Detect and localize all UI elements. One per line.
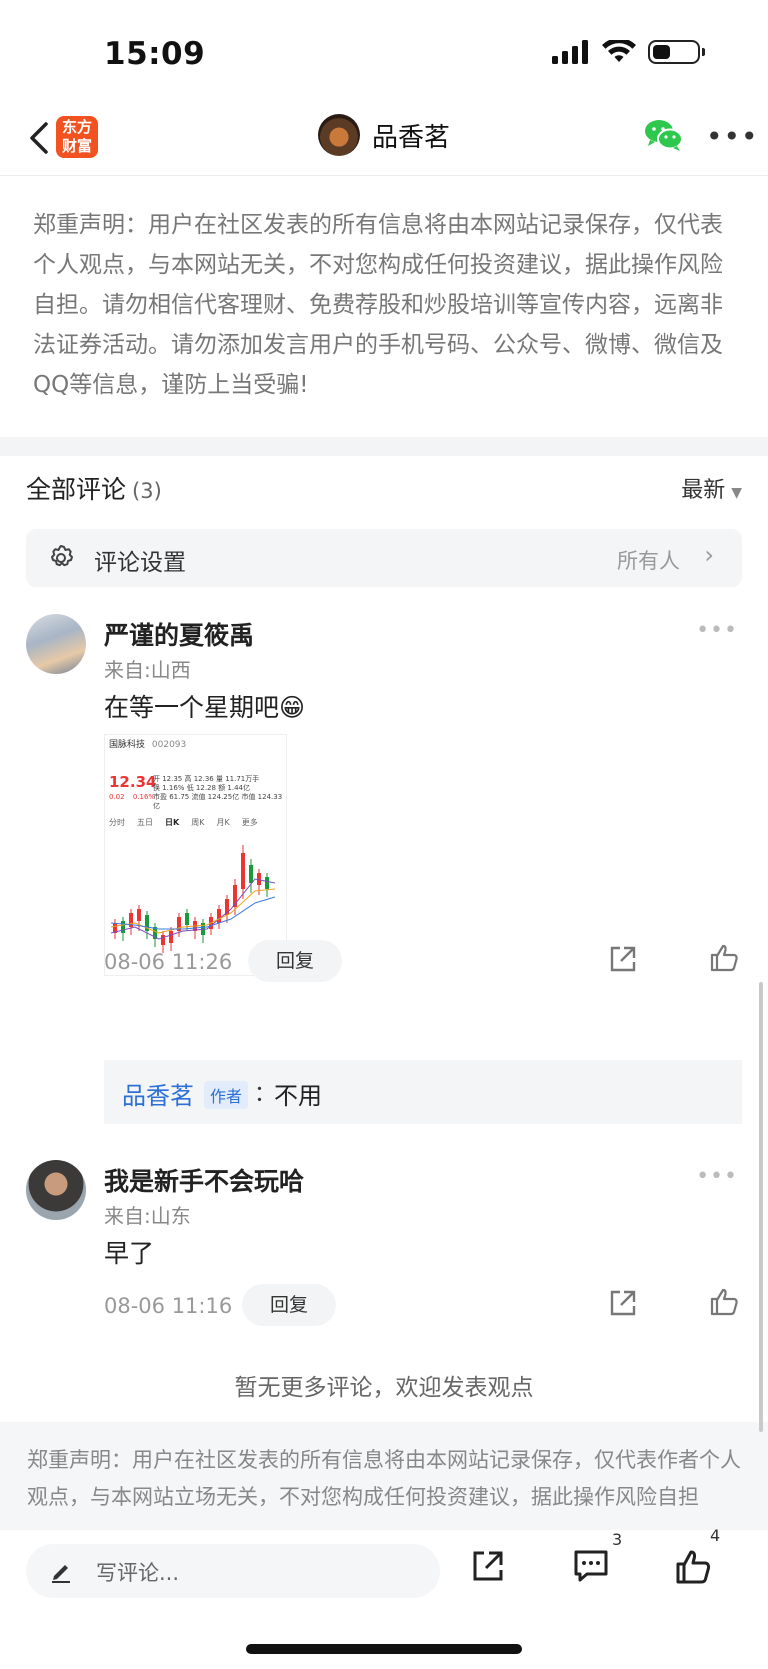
thumb-change: 0.02 0.16% bbox=[109, 793, 155, 801]
thumb-stat: 高 12.36 bbox=[184, 775, 214, 783]
thumb-stat: 量 11.71万手 bbox=[216, 775, 260, 783]
comment-author[interactable]: 严谨的夏筱禹 bbox=[104, 616, 254, 652]
page-title: 品香茗 bbox=[372, 122, 451, 153]
thumb-stat: 流值 124.25亿 bbox=[191, 793, 240, 801]
comment-item: 严谨的夏筱禹 来自:山西 ••• 在等一个星期吧😁 国脉科技 002093 12… bbox=[26, 614, 742, 1054]
more-icon[interactable]: ••• bbox=[696, 1164, 738, 1189]
wechat-icon[interactable] bbox=[644, 118, 684, 152]
like-icon[interactable] bbox=[674, 1548, 712, 1586]
comment-item: 我是新手不会玩哈 来自:山东 ••• 早了 08-06 11:16 回复 bbox=[26, 1160, 742, 1330]
home-indicator bbox=[246, 1644, 522, 1654]
app-logo[interactable]: 东方 财富 bbox=[56, 116, 98, 158]
thumb-stats: 开 12.35 高 12.36 量 11.71万手 换 1.16% 低 12.2… bbox=[153, 775, 286, 811]
share-icon[interactable] bbox=[470, 1548, 506, 1584]
comment-text: 早了 bbox=[104, 1239, 155, 1268]
comment-location: 来自:山东 bbox=[104, 1204, 191, 1228]
reply-author[interactable]: 品香茗 bbox=[122, 1076, 194, 1111]
reply-button[interactable]: 回复 bbox=[248, 940, 342, 982]
thumb-stock-name: 国脉科技 bbox=[109, 740, 146, 750]
thumb-stat: 换 1.16% bbox=[153, 784, 185, 792]
share-icon[interactable] bbox=[608, 944, 638, 974]
thumb-stat: 额 1.44亿 bbox=[218, 784, 251, 792]
comments-title: 全部评论 bbox=[26, 475, 127, 504]
like-icon[interactable] bbox=[708, 942, 740, 974]
like-icon[interactable] bbox=[708, 1286, 740, 1318]
status-time: 15:09 bbox=[104, 36, 206, 72]
thumb-stat-row: 开 12.35 高 12.36 量 11.71万手 bbox=[153, 775, 286, 784]
comment-author[interactable]: 我是新手不会玩哈 bbox=[104, 1162, 304, 1198]
thumb-header: 国脉科技 002093 bbox=[105, 735, 286, 752]
battery-icon bbox=[648, 40, 705, 64]
reply-colon: ： bbox=[254, 1082, 277, 1107]
comment-time: 08-06 11:26 bbox=[104, 950, 233, 974]
comment-count-badge: 3 bbox=[612, 1530, 623, 1549]
avatar[interactable] bbox=[26, 1160, 86, 1220]
comment-settings-row[interactable]: 评论设置 所有人 › bbox=[26, 529, 742, 587]
navbar: 东方 财富 品香茗 ••• bbox=[0, 100, 768, 176]
thumb-stock-code: 002093 bbox=[151, 740, 187, 750]
nav-user[interactable]: 品香茗 bbox=[318, 114, 450, 156]
reply-text: 不用 bbox=[274, 1082, 322, 1110]
gear-icon bbox=[51, 545, 73, 567]
back-icon[interactable] bbox=[22, 116, 58, 160]
signal-icon bbox=[552, 40, 588, 64]
chevron-right-icon: › bbox=[704, 541, 714, 569]
stock-screenshot-thumbnail[interactable]: 国脉科技 002093 12.34 0.02 0.16% 开 12.35 高 1… bbox=[104, 734, 287, 976]
disclaimer-text: 郑重声明：用户在社区发表的所有信息将由本网站记录保存，仅代表个人观点，与本网站无… bbox=[33, 212, 723, 398]
like-count-badge: 4 bbox=[710, 1526, 721, 1545]
author-badge: 作者 bbox=[204, 1081, 249, 1109]
comments-header: 全部评论 (3) 最新 ▼ bbox=[26, 470, 742, 510]
sort-dropdown[interactable]: 最新 ▼ bbox=[681, 472, 742, 504]
pen-icon bbox=[52, 1565, 70, 1583]
thumb-stat: 低 12.28 bbox=[186, 784, 216, 792]
thumb-stat: 市盈 61.75 bbox=[153, 793, 190, 801]
battery-level bbox=[653, 45, 670, 59]
avatar[interactable] bbox=[26, 614, 86, 674]
logo-line2: 财富 bbox=[61, 137, 92, 155]
footer-disclaimer: 郑重声明：用户在社区发表的所有信息将由本网站记录保存，仅代表作者个人观点，与本网… bbox=[0, 1422, 768, 1530]
comment-text: 在等一个星期吧😁 bbox=[104, 693, 306, 722]
comment-input-placeholder: 写评论... bbox=[96, 1561, 180, 1585]
thumb-tab: 分时 bbox=[109, 818, 125, 827]
wifi-icon bbox=[602, 40, 636, 62]
thumb-change-pct: 0.16% bbox=[132, 793, 156, 801]
comments-count: (3) bbox=[132, 479, 162, 503]
comment-location: 来自:山西 bbox=[104, 658, 191, 682]
thumb-tab: 五日 bbox=[137, 818, 153, 827]
thumb-tab: 月K bbox=[216, 818, 230, 827]
thumb-tabs: 分时 五日 日K 周K 月K 更多 bbox=[109, 817, 258, 828]
more-icon[interactable]: ••• bbox=[696, 618, 738, 643]
caret-down-icon: ▼ bbox=[731, 485, 742, 501]
thumb-stat: 开 12.35 bbox=[153, 775, 183, 783]
comment-time: 08-06 11:16 bbox=[104, 1294, 233, 1318]
reply-button[interactable]: 回复 bbox=[242, 1284, 336, 1326]
thumb-tab: 更多 bbox=[241, 818, 258, 827]
thumb-change-value: 0.02 bbox=[109, 793, 125, 801]
logo-line1: 东方 bbox=[61, 118, 92, 136]
status-icons bbox=[552, 40, 705, 64]
footer-disclaimer-text: 郑重声明：用户在社区发表的所有信息将由本网站记录保存，仅代表作者个人观点，与本网… bbox=[27, 1448, 741, 1509]
scrollbar[interactable] bbox=[759, 982, 763, 1432]
thumb-stat-row: 换 1.16% 低 12.28 额 1.44亿 bbox=[153, 784, 286, 793]
section-divider bbox=[0, 437, 768, 456]
comment-icon[interactable] bbox=[572, 1548, 610, 1584]
share-icon[interactable] bbox=[608, 1288, 638, 1318]
author-reply[interactable]: 品香茗 作者 ： 不用 bbox=[104, 1060, 742, 1124]
thumb-tab: 日K bbox=[165, 818, 180, 827]
thumb-price: 12.34 bbox=[109, 773, 157, 791]
settings-value: 所有人 bbox=[617, 549, 680, 573]
avatar bbox=[318, 114, 360, 156]
more-icon[interactable]: ••• bbox=[706, 120, 759, 153]
status-bar: 15:09 bbox=[0, 0, 768, 100]
comment-input[interactable]: 写评论... bbox=[26, 1544, 440, 1598]
thumb-stat-row: 市盈 61.75 流值 124.25亿 市值 124.33亿 bbox=[153, 793, 286, 811]
settings-label: 评论设置 bbox=[94, 550, 186, 576]
sort-label: 最新 bbox=[681, 478, 726, 503]
thumb-tab: 周K bbox=[191, 818, 205, 827]
no-more-comments: 暂无更多评论，欢迎发表观点 bbox=[234, 1375, 534, 1401]
